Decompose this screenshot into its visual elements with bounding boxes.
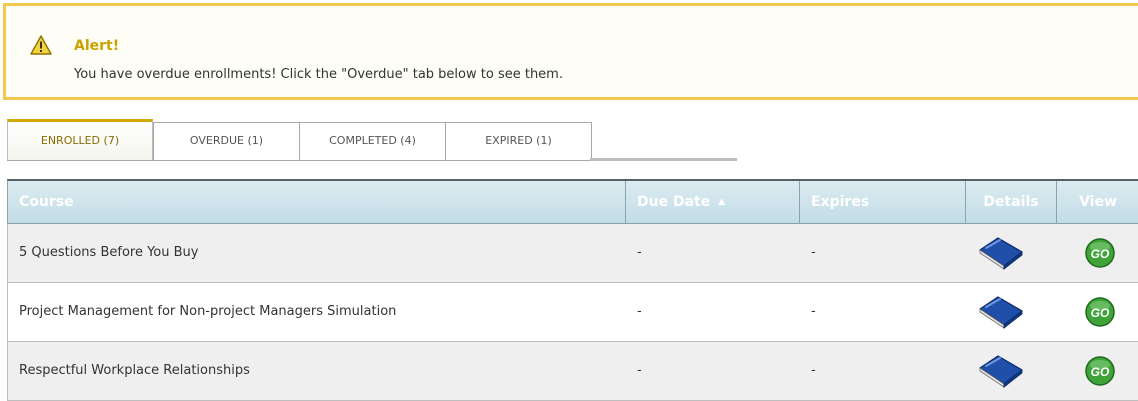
tab-expired[interactable]: EXPIRED (1): [445, 122, 592, 160]
column-header-due-date-label: Due Date: [637, 194, 711, 210]
svg-text:GO: GO: [1091, 247, 1110, 261]
tab-enrolled[interactable]: ENROLLED (7): [7, 119, 153, 161]
due-date-cell: -: [637, 304, 642, 319]
column-header-view-label: View: [1079, 194, 1117, 210]
svg-text:GO: GO: [1091, 306, 1110, 320]
course-title: 5 Questions Before You Buy: [19, 245, 199, 260]
book-icon[interactable]: [976, 293, 1026, 329]
column-header-due-date[interactable]: Due Date ▲: [626, 181, 800, 224]
tab-overdue[interactable]: OVERDUE (1): [153, 122, 300, 160]
column-header-expires[interactable]: Expires: [800, 181, 966, 224]
alert-box: Alert! You have overdue enrollments! Cli…: [3, 3, 1138, 100]
warning-triangle-icon: [30, 35, 52, 55]
course-title: Respectful Workplace Relationships: [19, 363, 250, 378]
column-header-course-label: Course: [19, 194, 74, 210]
book-icon[interactable]: [976, 234, 1026, 270]
course-title: Project Management for Non-project Manag…: [19, 304, 397, 319]
due-date-cell: -: [637, 363, 642, 378]
tab-completed[interactable]: COMPLETED (4): [299, 122, 446, 160]
column-header-expires-label: Expires: [811, 194, 870, 210]
sort-ascending-icon: ▲: [718, 197, 726, 207]
enrollments-table: Course Due Date ▲ Expires Details View 5 …: [7, 179, 1138, 401]
table-row: 5 Questions Before You Buy - - GO: [7, 224, 1138, 283]
tabs-divider: [590, 158, 737, 161]
expires-cell: -: [811, 363, 816, 378]
table-row: Project Management for Non-project Manag…: [7, 283, 1138, 342]
go-button-icon[interactable]: GO: [1084, 237, 1116, 269]
book-icon[interactable]: [976, 352, 1026, 388]
table-header: Course Due Date ▲ Expires Details View: [7, 179, 1138, 224]
svg-text:GO: GO: [1091, 365, 1110, 379]
expires-cell: -: [811, 304, 816, 319]
column-header-course[interactable]: Course: [8, 181, 626, 224]
expires-cell: -: [811, 245, 816, 260]
alert-title: Alert!: [74, 38, 120, 54]
column-header-view: View: [1057, 181, 1138, 224]
go-button-icon[interactable]: GO: [1084, 296, 1116, 328]
due-date-cell: -: [637, 245, 642, 260]
go-button-icon[interactable]: GO: [1084, 355, 1116, 387]
table-row: Respectful Workplace Relationships - - G…: [7, 342, 1138, 401]
column-header-details-label: Details: [983, 194, 1039, 210]
alert-message: You have overdue enrollments! Click the …: [74, 67, 563, 82]
column-header-details: Details: [966, 181, 1057, 224]
